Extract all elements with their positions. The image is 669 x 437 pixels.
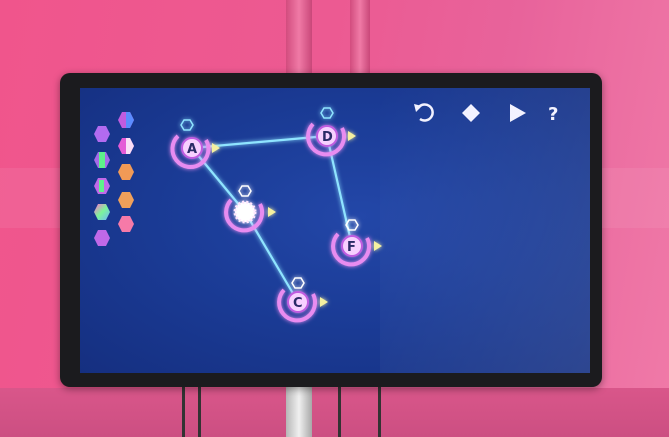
node-hex-marker [320,107,334,119]
node-arrow-icon[interactable] [268,207,276,217]
link-a-e [191,147,246,213]
node-f[interactable]: F [331,219,382,267]
game-screen: A D F C [80,88,590,373]
hex-green-stripe [99,180,104,192]
node-label-a: A [187,142,197,157]
cable [182,386,185,437]
node-label-d: D [322,130,333,145]
monitor-stand [286,386,312,437]
sun-icon [233,200,257,224]
node-hex-marker [238,185,252,197]
hex-split-orange-icon-half [126,138,134,154]
node-hex-marker [180,119,194,131]
node-label-c: C [293,296,303,311]
tile-palette [94,112,134,246]
hex-rainbow-icon[interactable] [94,204,110,220]
photo-scene: A D F C [0,0,669,437]
hex-split-blue-icon [126,112,134,128]
cable [378,386,381,437]
hex-orange-pink-icon[interactable] [118,216,134,232]
hex-green-stripe [99,152,105,168]
hex-orange-icon[interactable] [118,164,134,180]
node-label-f: F [347,240,356,255]
floor [0,388,669,437]
cable [338,386,341,437]
cable [198,386,201,437]
node-arrow-icon[interactable] [212,143,220,153]
node-hex-marker [291,277,305,289]
hex-purple-icon[interactable] [94,230,110,246]
hex-orange-icon[interactable] [118,192,134,208]
node-arrow-icon[interactable] [348,131,356,141]
link-group [191,134,354,303]
hex-purple-icon[interactable] [94,126,110,142]
screen-glare [380,88,590,373]
node-d[interactable]: D [306,107,356,157]
node-arrow-icon[interactable] [320,297,328,307]
node-a[interactable]: A [170,119,220,170]
link-e-c [244,211,299,303]
